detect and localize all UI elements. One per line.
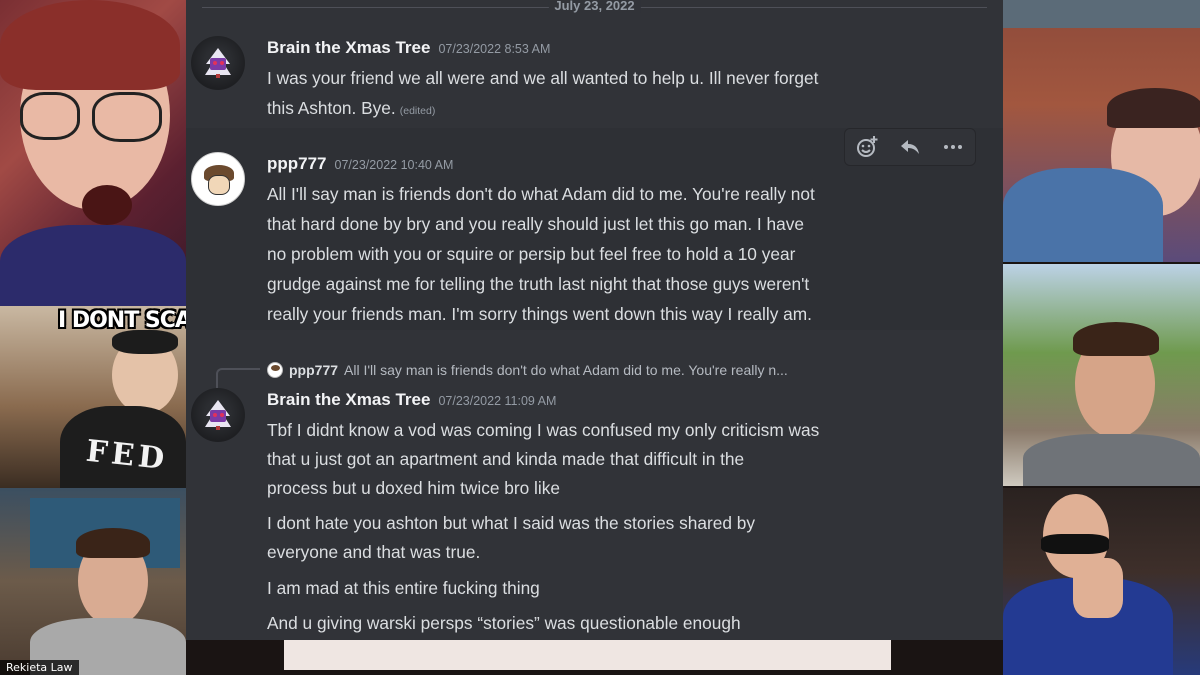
reply-button[interactable] bbox=[895, 132, 925, 162]
meme-caption: I DONT SCA bbox=[58, 308, 186, 333]
discord-chat-panel: July 23, 2022 Brain the Xmas Tree 07/23/2… bbox=[186, 0, 1003, 640]
xmas-tree-icon bbox=[205, 400, 231, 430]
message-text: this Ashton. Bye. bbox=[267, 98, 396, 118]
window-frame bbox=[1003, 0, 1200, 28]
message-timestamp: 07/23/2022 11:09 AM bbox=[438, 394, 557, 408]
message-timestamp: 07/23/2022 10:40 AM bbox=[334, 158, 454, 172]
author-name[interactable]: ppp777 bbox=[267, 154, 327, 173]
add-reaction-icon bbox=[856, 136, 878, 157]
webcam-tile-right-bottom bbox=[1003, 488, 1200, 675]
streamer-shirt bbox=[0, 225, 186, 306]
date-divider: July 23, 2022 bbox=[186, 0, 1003, 14]
message-text-line: that hard done by bry and you really sho… bbox=[267, 214, 805, 234]
add-reaction-button[interactable] bbox=[852, 132, 882, 162]
streamer-hair bbox=[1073, 322, 1159, 356]
date-divider-label: July 23, 2022 bbox=[548, 0, 641, 13]
webcam-tile-left-top bbox=[0, 0, 186, 306]
thumbs-up-hand bbox=[1073, 558, 1123, 618]
open-mouth bbox=[82, 185, 132, 225]
reply-author[interactable]: ppp777 bbox=[289, 362, 338, 378]
more-options-button[interactable] bbox=[938, 132, 968, 162]
streamer-shirt bbox=[1003, 168, 1163, 262]
xmas-tree-icon bbox=[205, 48, 231, 78]
message-text-line: grudge against me for telling the truth … bbox=[267, 274, 810, 294]
message-text-line: All I'll say man is friends don't do wha… bbox=[267, 184, 815, 204]
more-options-icon bbox=[944, 145, 963, 149]
message-text-line: everyone and that was true. bbox=[267, 542, 481, 562]
name-tag: Rekieta Law bbox=[0, 660, 79, 675]
bottom-strip bbox=[284, 638, 891, 670]
streamer-shirt bbox=[1023, 434, 1200, 486]
edited-label: (edited) bbox=[399, 105, 436, 117]
glasses-left bbox=[20, 92, 80, 140]
streamer-hair bbox=[76, 528, 150, 558]
reply-icon bbox=[900, 140, 919, 154]
author-name[interactable]: Brain the Xmas Tree bbox=[267, 38, 430, 57]
avatar-ppp777[interactable] bbox=[191, 152, 245, 206]
message-1[interactable]: Brain the Xmas Tree 07/23/2022 8:53 AM I … bbox=[186, 30, 1003, 130]
message-3[interactable]: Brain the Xmas Tree 07/23/2022 11:09 AM T… bbox=[186, 386, 1003, 640]
message-timestamp: 07/23/2022 8:53 AM bbox=[438, 42, 551, 56]
reply-preview-text[interactable]: All I'll say man is friends don't do wha… bbox=[344, 362, 788, 378]
message-text-line: Tbf I didnt know a vod was coming I was … bbox=[267, 420, 820, 440]
message-author[interactable]: Brain the Xmas Tree 07/23/2022 11:09 AM bbox=[267, 390, 556, 410]
message-author[interactable]: ppp777 07/23/2022 10:40 AM bbox=[267, 154, 453, 174]
message-text-line: this Ashton. Bye. (edited) bbox=[267, 98, 435, 119]
webcam-tile-right-top bbox=[1003, 0, 1200, 262]
message-text-line: I am mad at this entire fucking thing bbox=[267, 578, 540, 598]
sunglasses bbox=[1041, 534, 1109, 554]
streamer-hair bbox=[1107, 88, 1200, 128]
glasses-right bbox=[92, 92, 162, 142]
streamer-hair bbox=[0, 0, 180, 90]
avatar-brain-xmas-tree[interactable] bbox=[191, 36, 245, 90]
author-name[interactable]: Brain the Xmas Tree bbox=[267, 390, 430, 409]
webcam-tile-right-middle bbox=[1003, 264, 1200, 486]
message-text-line: no problem with you or squire or persip … bbox=[267, 244, 796, 264]
message-author[interactable]: Brain the Xmas Tree 07/23/2022 8:53 AM bbox=[267, 38, 550, 58]
message-text-line: And u giving warski persps “stories” was… bbox=[267, 613, 741, 633]
message-text-line: I dont hate you ashton but what I said w… bbox=[267, 513, 756, 533]
avatar-face bbox=[208, 175, 230, 195]
reply-avatar bbox=[267, 362, 283, 378]
avatar-brain-xmas-tree[interactable] bbox=[191, 388, 245, 442]
webcam-tile-left-bottom bbox=[0, 488, 186, 675]
reply-connector bbox=[216, 368, 260, 388]
sunglasses bbox=[112, 330, 178, 354]
message-text-line: I was your friend we all were and we all… bbox=[267, 68, 819, 88]
reply-preview[interactable]: ppp777 All I'll say man is friends don't… bbox=[267, 360, 788, 380]
message-text-line: really your friends man. I'm sorry thing… bbox=[267, 304, 812, 324]
message-text-line: that u just got an apartment and kinda m… bbox=[267, 449, 745, 469]
message-text-line: process but u doxed him twice bro like bbox=[267, 478, 560, 498]
message-hover-toolbar bbox=[844, 128, 976, 166]
